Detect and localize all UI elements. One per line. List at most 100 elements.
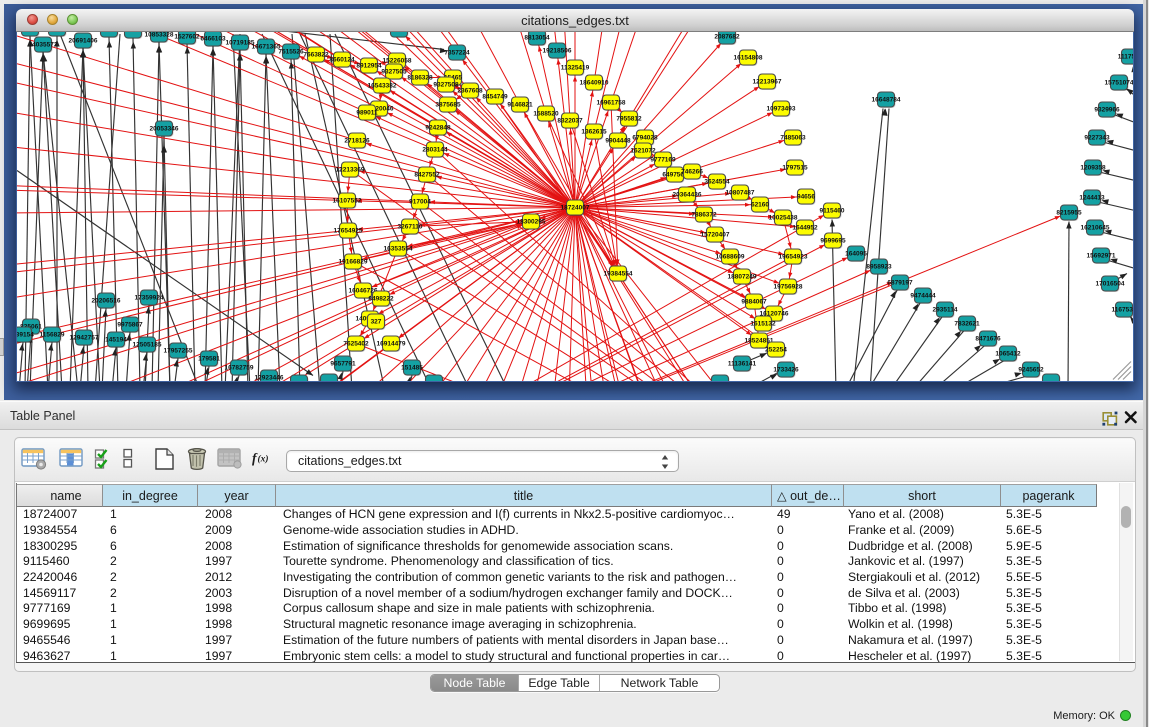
- svg-text:1362615: 1362615: [581, 128, 607, 135]
- svg-text:7515526: 7515526: [278, 48, 304, 55]
- svg-text:151485: 151485: [401, 364, 423, 371]
- svg-text:9777169: 9777169: [650, 156, 676, 163]
- svg-text:3875685: 3875685: [435, 101, 461, 108]
- svg-text:7832621: 7832621: [954, 320, 980, 327]
- svg-text:9327505: 9327505: [381, 68, 407, 75]
- svg-text:15720407: 15720407: [701, 231, 730, 238]
- svg-text:16033809: 16033809: [385, 32, 414, 34]
- svg-text:7357224: 7357224: [444, 49, 470, 56]
- svg-text:17016504: 17016504: [1096, 280, 1125, 287]
- svg-text:10719185: 10719185: [226, 39, 255, 46]
- svg-text:11136141: 11136141: [728, 360, 757, 367]
- svg-text:8813054: 8813054: [524, 34, 550, 41]
- svg-text:16154808: 16154808: [734, 54, 763, 61]
- svg-text:3267110: 3267110: [398, 223, 423, 230]
- svg-text:20691406: 20691406: [69, 37, 98, 44]
- svg-text:9146821: 9146821: [507, 101, 533, 108]
- svg-text:16543382: 16543382: [368, 82, 397, 89]
- svg-text:20206516: 20206516: [92, 297, 121, 304]
- svg-text:9657791: 9657791: [330, 360, 356, 367]
- svg-text:17654925: 17654925: [334, 227, 363, 234]
- svg-text:8215955: 8215955: [1056, 209, 1082, 216]
- svg-text:1588520: 1588520: [533, 110, 559, 117]
- svg-text:7485063: 7485063: [780, 134, 806, 141]
- svg-text:2367608: 2367608: [457, 87, 483, 94]
- svg-text:9245652: 9245652: [1018, 366, 1044, 373]
- svg-text:9975867: 9975867: [117, 321, 143, 328]
- svg-text:917004: 917004: [409, 198, 431, 205]
- svg-text:16961758: 16961758: [597, 99, 626, 106]
- svg-text:6794028: 6794028: [632, 134, 658, 141]
- svg-text:12505185: 12505185: [133, 341, 162, 348]
- svg-text:1244413: 1244413: [1079, 194, 1105, 201]
- svg-text:8471676: 8471676: [975, 335, 1001, 342]
- svg-text:19384554: 19384554: [604, 270, 633, 277]
- svg-text:1209358: 1209358: [1080, 164, 1106, 171]
- svg-text:1797515: 1797515: [782, 164, 808, 171]
- svg-text:8186328: 8186328: [407, 74, 433, 81]
- svg-text:18300295: 18300295: [517, 218, 546, 225]
- svg-text:19166829: 19166829: [339, 258, 368, 265]
- svg-text:8958923: 8958923: [866, 263, 892, 270]
- svg-text:9904448: 9904448: [605, 137, 631, 144]
- svg-text:7886372: 7886372: [691, 211, 717, 218]
- svg-text:12213369: 12213369: [336, 166, 365, 173]
- svg-text:8454749: 8454749: [482, 93, 508, 100]
- svg-text:6466103: 6466103: [200, 35, 226, 42]
- svg-text:8498222: 8498222: [368, 295, 394, 302]
- svg-text:9327508: 9327508: [433, 81, 459, 88]
- svg-text:9242848: 9242848: [425, 124, 451, 131]
- svg-text:10025438: 10025438: [769, 214, 798, 221]
- svg-text:2935114: 2935114: [933, 306, 958, 313]
- svg-text:1615132: 1615132: [750, 320, 776, 327]
- svg-text:252254: 252254: [765, 346, 787, 353]
- svg-text:18640910: 18640910: [580, 79, 609, 86]
- svg-text:20364436: 20364436: [673, 191, 702, 198]
- svg-text:746266: 746266: [681, 168, 703, 175]
- svg-text:19756928: 19756928: [774, 283, 803, 290]
- svg-text:989011: 989011: [356, 109, 378, 116]
- svg-text:9227343: 9227343: [1084, 134, 1110, 141]
- svg-text:16648784: 16648784: [872, 96, 901, 103]
- svg-text:6879197: 6879197: [887, 279, 913, 286]
- svg-text:2718126: 2718126: [344, 137, 370, 144]
- svg-text:327: 327: [371, 318, 382, 325]
- svg-text:2087682: 2087682: [714, 33, 740, 40]
- svg-text:7663822: 7663822: [303, 51, 329, 58]
- svg-text:20053346: 20053346: [150, 125, 179, 132]
- svg-text:9699695: 9699695: [820, 237, 846, 244]
- svg-text:12942757: 12942757: [70, 334, 99, 341]
- svg-text:17359924: 17359924: [135, 294, 164, 301]
- svg-text:16353554: 16353554: [384, 245, 413, 252]
- svg-text:3624554: 3624554: [704, 178, 730, 185]
- svg-text:239154: 239154: [17, 331, 34, 338]
- svg-text:7955812: 7955812: [616, 115, 642, 122]
- svg-text:19654923: 19654923: [779, 253, 808, 260]
- svg-text:1733426: 1733426: [773, 366, 799, 373]
- svg-text:1117534: 1117534: [1118, 53, 1133, 60]
- svg-text:17957255: 17957255: [164, 347, 193, 354]
- svg-text:8427552: 8427552: [414, 171, 440, 178]
- svg-text:8322037: 8322037: [557, 117, 583, 124]
- svg-text:16782759: 16782759: [225, 364, 254, 371]
- svg-text:94656: 94656: [797, 193, 815, 200]
- svg-text:62160: 62160: [751, 201, 769, 208]
- svg-text:8660124: 8660124: [329, 56, 355, 63]
- svg-text:16210645: 16210645: [1081, 224, 1110, 231]
- svg-text:8912954: 8912954: [356, 62, 382, 69]
- svg-text:9474444: 9474444: [910, 292, 936, 299]
- svg-text:16914479: 16914479: [377, 340, 406, 347]
- svg-text:164095: 164095: [845, 250, 867, 257]
- svg-text:7625402: 7625402: [343, 340, 369, 347]
- svg-text:1156829: 1156829: [40, 331, 65, 338]
- svg-text:10973493: 10973493: [767, 105, 796, 112]
- svg-text:16671365: 16671365: [252, 43, 281, 50]
- svg-text:1527602: 1527602: [174, 33, 200, 40]
- svg-text:15751074: 15751074: [1105, 79, 1133, 86]
- svg-text:9329966: 9329966: [1094, 106, 1120, 113]
- svg-text:1644952: 1644952: [792, 224, 818, 231]
- svg-text:10853328: 10853328: [145, 32, 174, 39]
- svg-text:10688609: 10688609: [716, 253, 745, 260]
- svg-text:15692971: 15692971: [1087, 252, 1116, 259]
- svg-text:145194: 145194: [105, 336, 127, 343]
